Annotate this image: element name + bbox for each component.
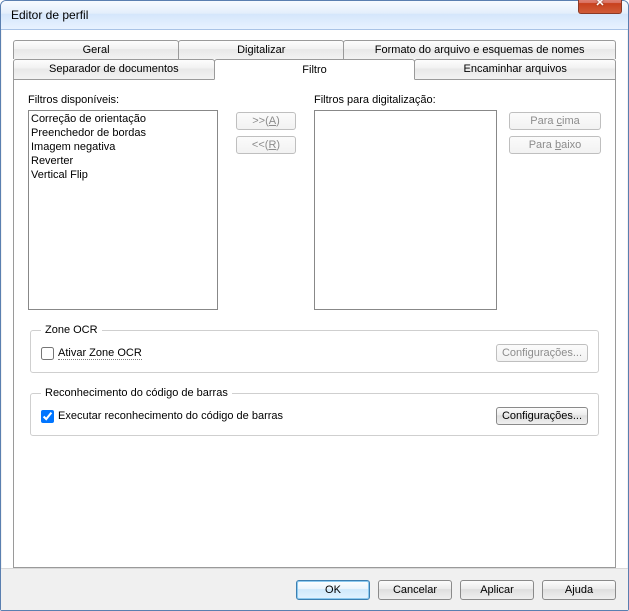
add-filter-button[interactable]: >>(A) — [236, 112, 296, 130]
tabs-row-1: Geral Digitalizar Formato do arquivo e e… — [13, 40, 616, 59]
zone-ocr-checkbox-label[interactable]: Ativar Zone OCR — [58, 347, 142, 359]
tab-geral[interactable]: Geral — [13, 40, 179, 59]
barcode-group: Reconhecimento do código de barras Execu… — [30, 387, 599, 436]
close-button[interactable]: ✕ — [578, 0, 622, 14]
scan-filters-label: Filtros para digitalização: — [314, 94, 497, 106]
zone-ocr-legend: Zone OCR — [41, 324, 102, 336]
order-buttons-column: Para cima Para baixo — [509, 94, 601, 310]
list-item[interactable]: Preenchedor de bordas — [31, 126, 215, 140]
move-down-button[interactable]: Para baixo — [509, 136, 601, 154]
tab-filtro[interactable]: Filtro — [214, 59, 416, 80]
tab-formato[interactable]: Formato do arquivo e esquemas de nomes — [343, 40, 616, 59]
available-filters-column: Filtros disponíveis: Correção de orienta… — [28, 94, 218, 310]
barcode-checkbox[interactable] — [41, 410, 54, 423]
ok-button[interactable]: OK — [296, 580, 370, 600]
content-area: Geral Digitalizar Formato do arquivo e e… — [1, 30, 628, 568]
dialog-window: Editor de perfil ✕ Geral Digitalizar For… — [0, 0, 629, 611]
apply-button[interactable]: Aplicar — [460, 580, 534, 600]
window-title: Editor de perfil — [11, 8, 622, 22]
list-item[interactable]: Reverter — [31, 154, 215, 168]
barcode-legend: Reconhecimento do código de barras — [41, 387, 232, 399]
scan-filters-column: Filtros para digitalização: — [314, 94, 497, 310]
list-item[interactable]: Imagem negativa — [31, 140, 215, 154]
list-item[interactable]: Vertical Flip — [31, 168, 215, 182]
zone-ocr-config-button[interactable]: Configurações... — [496, 344, 588, 362]
barcode-config-button[interactable]: Configurações... — [496, 407, 588, 425]
tab-pane-filtro: Filtros disponíveis: Correção de orienta… — [13, 79, 616, 568]
tab-separador[interactable]: Separador de documentos — [13, 59, 215, 79]
help-button[interactable]: Ajuda — [542, 580, 616, 600]
zone-ocr-group: Zone OCR Ativar Zone OCR Configurações..… — [30, 324, 599, 373]
cancel-button[interactable]: Cancelar — [378, 580, 452, 600]
transfer-buttons-column: >>(A) <<(R) — [230, 94, 302, 310]
list-item[interactable]: Correção de orientação — [31, 112, 215, 126]
available-filters-label: Filtros disponíveis: — [28, 94, 218, 106]
tab-encaminhar[interactable]: Encaminhar arquivos — [414, 59, 616, 79]
scan-filters-listbox[interactable] — [314, 110, 497, 310]
titlebar: Editor de perfil ✕ — [1, 1, 628, 30]
available-filters-listbox[interactable]: Correção de orientaçãoPreenchedor de bor… — [28, 110, 218, 310]
move-up-button[interactable]: Para cima — [509, 112, 601, 130]
barcode-checkbox-label[interactable]: Executar reconhecimento do código de bar… — [58, 410, 283, 422]
action-bar: OK Cancelar Aplicar Ajuda — [1, 568, 628, 610]
filters-area: Filtros disponíveis: Correção de orienta… — [28, 94, 601, 310]
remove-filter-button[interactable]: <<(R) — [236, 136, 296, 154]
tab-digitalizar[interactable]: Digitalizar — [178, 40, 344, 59]
zone-ocr-checkbox[interactable] — [41, 347, 54, 360]
tabs-row-2: Separador de documentos Filtro Encaminha… — [13, 59, 616, 79]
